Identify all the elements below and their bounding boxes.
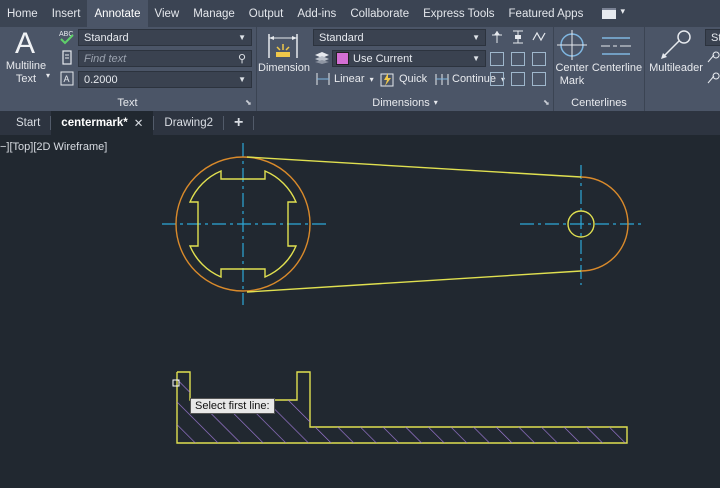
multileader-icon[interactable]: [657, 29, 693, 61]
ribbon-tab-featured-apps[interactable]: Featured Apps: [502, 0, 591, 27]
chevron-down-icon[interactable]: ▾: [620, 6, 625, 17]
text-panel-label: Text: [117, 96, 138, 109]
center-mark-button[interactable]: Center Mark: [553, 62, 591, 88]
dimension-button[interactable]: Dimension: [258, 62, 310, 75]
mark-label: Mark: [559, 75, 585, 87]
multiline-label: Multiline: [5, 60, 47, 72]
dimension-layer-value: Use Current: [353, 52, 413, 65]
chevron-down-icon: ▼: [238, 75, 246, 84]
dimension-style-value: Standard: [319, 31, 364, 44]
multileader-style-value: Sta: [711, 31, 720, 44]
quick-dimension-icon[interactable]: [380, 72, 395, 87]
svg-text:A: A: [64, 74, 70, 84]
dimension-break-icon[interactable]: [490, 52, 504, 66]
remove-leader-icon[interactable]: [706, 71, 720, 85]
dimension-label: Dimension: [258, 62, 310, 74]
doc-tab-label: Start: [16, 117, 41, 129]
drawing-canvas[interactable]: [0, 135, 720, 488]
dimension-update-icon[interactable]: [490, 72, 504, 86]
dimension-inspect-icon[interactable]: [532, 52, 546, 66]
find-text-input[interactable]: Find text ⚲: [78, 50, 252, 67]
text-style-value: Standard: [84, 31, 129, 44]
multiline-text-icon[interactable]: A: [10, 27, 40, 60]
doc-tab-start[interactable]: Start: [6, 111, 50, 135]
dimension-style-dropdown[interactable]: Standard ▼: [313, 29, 486, 46]
panel-divider: [644, 27, 645, 111]
doc-tab-label: centermark*: [61, 117, 128, 129]
panel-launcher-icon[interactable]: ⬊: [245, 98, 252, 107]
multileader-button[interactable]: Multileader: [647, 62, 705, 75]
doc-tab-centermark[interactable]: centermark* ✕: [51, 111, 154, 135]
linear-dimension-icon[interactable]: [316, 72, 330, 86]
layer-color-swatch: [336, 52, 349, 65]
ribbon-tab-home[interactable]: Home: [0, 0, 45, 27]
multiline-text-button[interactable]: Multiline Text: [3, 60, 49, 86]
ribbon-tab-collaborate[interactable]: Collaborate: [343, 0, 416, 27]
ribbon-tab-annotate[interactable]: Annotate: [87, 0, 148, 27]
center-label: Center: [555, 62, 589, 74]
multileader-style-dropdown[interactable]: Sta: [705, 29, 720, 46]
dimension-text-up-icon[interactable]: [490, 30, 504, 44]
linear-button[interactable]: Linear ▾: [334, 73, 374, 86]
dimension-layer-dropdown[interactable]: Use Current ▼: [332, 50, 486, 67]
search-icon[interactable]: ⚲: [238, 51, 246, 67]
chevron-down-icon: ▼: [472, 54, 480, 63]
document-tab-bar: Start centermark* ✕ Drawing2 +: [0, 111, 720, 135]
command-tooltip: Select first line:: [190, 398, 275, 414]
new-tab-button[interactable]: +: [224, 111, 253, 135]
centerline-icon[interactable]: [600, 33, 632, 59]
continue-dimension-icon[interactable]: [435, 72, 449, 86]
find-text-placeholder: Find text: [84, 52, 127, 65]
chevron-down-icon: ▼: [472, 33, 480, 42]
doc-tab-label: Drawing2: [164, 117, 213, 129]
screen-mode-icon[interactable]: [602, 8, 616, 19]
plus-icon: +: [234, 114, 244, 131]
close-icon[interactable]: ✕: [134, 116, 144, 130]
ribbon-tab-express-tools[interactable]: Express Tools: [416, 0, 501, 27]
dimension-icon[interactable]: [266, 30, 300, 62]
dimension-text-vertical-icon[interactable]: [511, 30, 525, 44]
text-style-dropdown[interactable]: Standard ▼: [78, 29, 252, 46]
add-leader-icon[interactable]: [706, 50, 720, 64]
ribbon: A Multiline Text ▾ ABC Standard ▼ Find t…: [0, 27, 720, 111]
center-mark-icon[interactable]: [556, 29, 588, 61]
ribbon-tab-add-ins[interactable]: Add-ins: [290, 0, 343, 27]
dimension-jog-icon[interactable]: [511, 72, 525, 86]
ribbon-tab-output[interactable]: Output: [242, 0, 291, 27]
panel-launcher-icon[interactable]: ⬊: [543, 98, 550, 107]
text-height-icon: A: [60, 71, 74, 86]
text-height-value: 0.2000: [84, 73, 118, 86]
ribbon-tab-view[interactable]: View: [148, 0, 187, 27]
tab-divider: [253, 116, 255, 130]
text-label: Text: [15, 73, 37, 85]
chevron-down-icon[interactable]: ▾: [46, 69, 50, 82]
centerline-button[interactable]: Centerline: [591, 62, 643, 75]
doc-tab-drawing2[interactable]: Drawing2: [154, 111, 223, 135]
spellcheck-icon[interactable]: ABC: [58, 29, 76, 45]
ribbon-tab-insert[interactable]: Insert: [45, 0, 88, 27]
dimensions-panel-label[interactable]: Dimensions ▾: [257, 94, 553, 111]
dimension-adjust-icon[interactable]: [511, 52, 525, 66]
quick-button[interactable]: Quick: [399, 73, 427, 86]
dimension-reassociate-icon[interactable]: [532, 72, 546, 86]
drawing-viewport[interactable]: −][Top][2D Wireframe] Select first line:: [0, 135, 720, 488]
find-text-icon: [60, 50, 74, 66]
centerlines[interactable]: [162, 143, 642, 305]
text-height-dropdown[interactable]: 0.2000 ▼: [78, 71, 252, 88]
ribbon-tab-manage[interactable]: Manage: [186, 0, 242, 27]
layers-icon: [314, 51, 330, 65]
chevron-down-icon: ▼: [238, 33, 246, 42]
centerlines-panel-label: Centerlines: [571, 96, 627, 109]
dimension-oblique-icon[interactable]: [532, 30, 546, 44]
